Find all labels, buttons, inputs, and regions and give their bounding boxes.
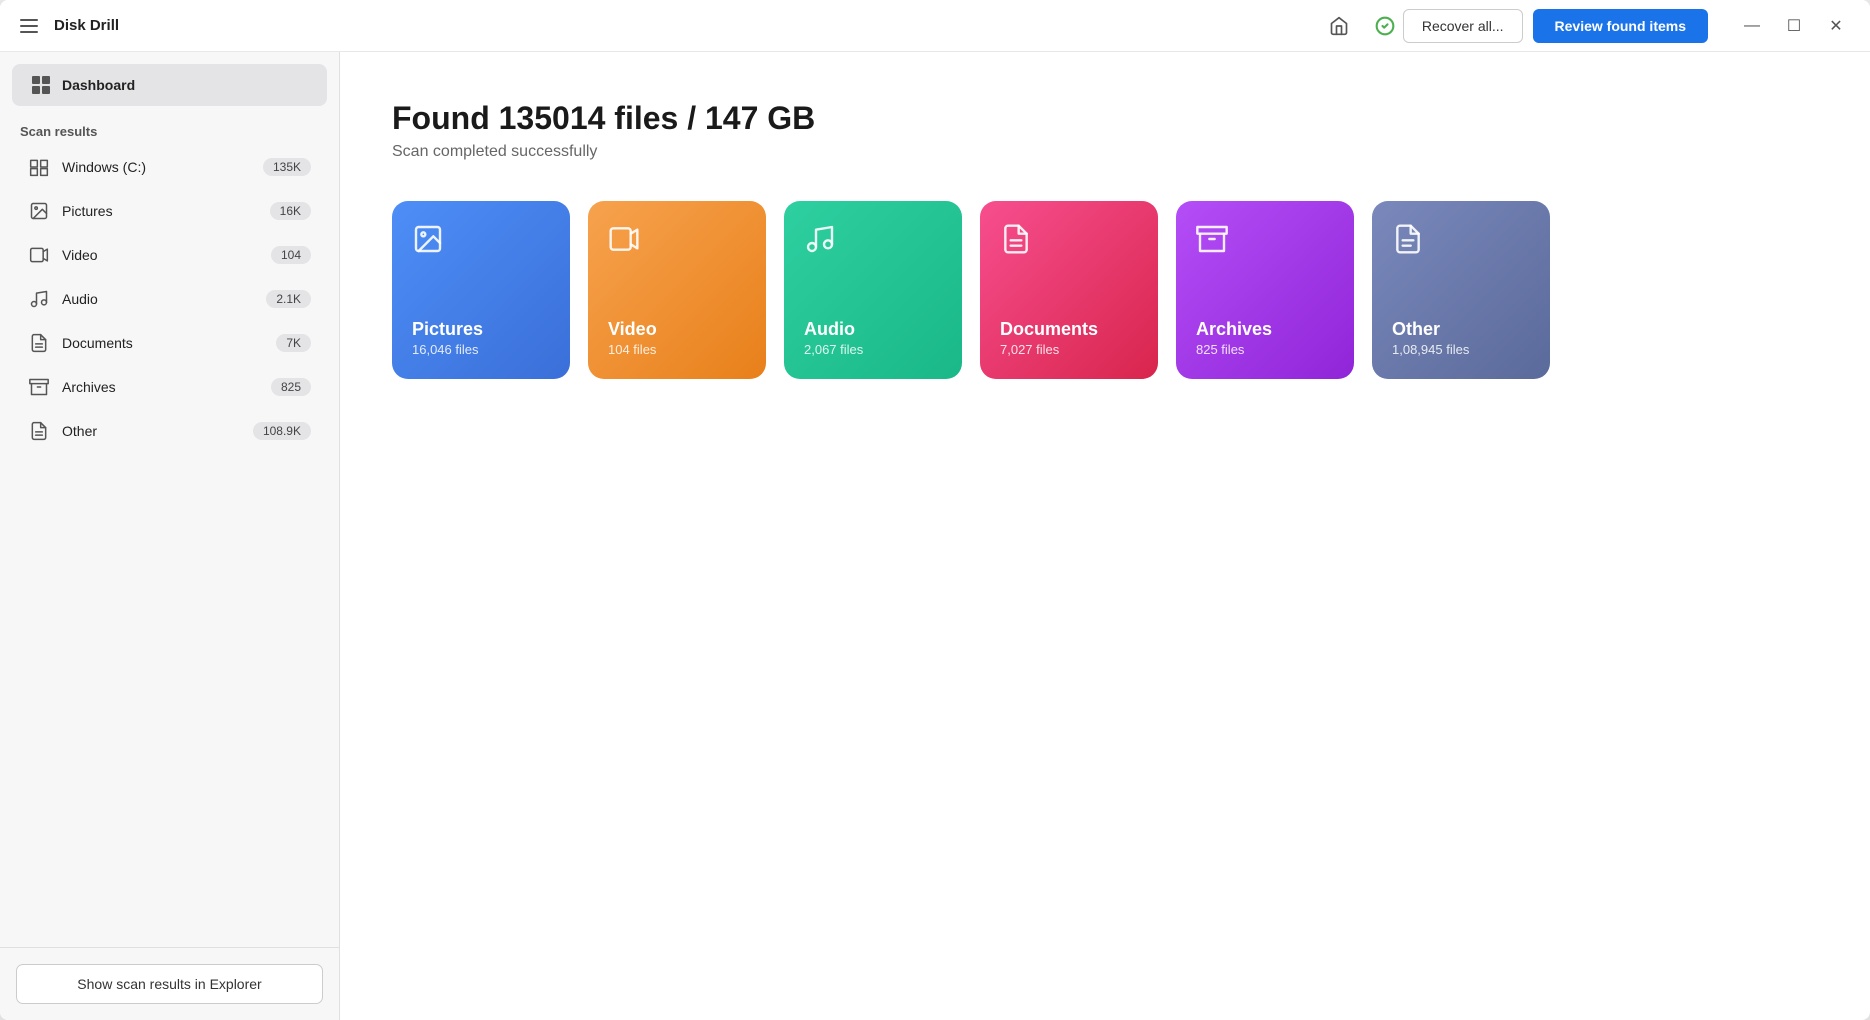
card-other-icon (1392, 223, 1530, 263)
other-badge: 108.9K (253, 422, 311, 440)
sidebar-footer: Show scan results in Explorer (0, 947, 339, 1020)
card-documents-count: 7,027 files (1000, 342, 1138, 357)
pictures-icon (28, 200, 50, 222)
card-audio-label: Audio (804, 319, 942, 340)
archives-icon (28, 376, 50, 398)
pictures-label: Pictures (62, 203, 258, 219)
audio-badge: 2.1K (266, 290, 311, 308)
category-cards-grid: Pictures 16,046 files Video 104 file (392, 201, 1818, 379)
windows-badge: 135K (263, 158, 311, 176)
card-archives-count: 825 files (1196, 342, 1334, 357)
card-audio-icon (804, 223, 942, 263)
window-controls: — ☐ ✕ (1734, 8, 1854, 44)
sidebar-item-video[interactable]: Video 104 (8, 234, 331, 276)
dashboard-grid-icon (32, 76, 50, 94)
card-archives[interactable]: Archives 825 files (1176, 201, 1354, 379)
card-pictures-label: Pictures (412, 319, 550, 340)
card-video-icon (608, 223, 746, 263)
card-documents-text: Documents 7,027 files (1000, 319, 1138, 357)
main-content: Found 135014 files / 147 GB Scan complet… (340, 52, 1870, 1020)
windows-label: Windows (C:) (62, 159, 251, 175)
title-bar-actions: Recover all... Review found items — ☐ ✕ (1403, 8, 1854, 44)
card-other-label: Other (1392, 319, 1530, 340)
card-documents[interactable]: Documents 7,027 files (980, 201, 1158, 379)
sidebar-item-pictures[interactable]: Pictures 16K (8, 190, 331, 232)
sidebar-item-documents[interactable]: Documents 7K (8, 322, 331, 364)
pictures-badge: 16K (270, 202, 311, 220)
card-pictures[interactable]: Pictures 16,046 files (392, 201, 570, 379)
recover-all-button[interactable]: Recover all... (1403, 9, 1523, 43)
video-badge: 104 (271, 246, 311, 264)
audio-icon (28, 288, 50, 310)
scan-status: Scan completed successfully (392, 143, 1818, 161)
card-pictures-icon (412, 223, 550, 263)
card-pictures-text: Pictures 16,046 files (412, 319, 550, 357)
menu-icon[interactable] (16, 15, 42, 37)
archives-badge: 825 (271, 378, 311, 396)
home-button[interactable] (1321, 8, 1357, 44)
minimize-button[interactable]: — (1734, 8, 1770, 44)
card-archives-label: Archives (1196, 319, 1334, 340)
app-window: Disk Drill Recover all... Review found i… (0, 0, 1870, 1020)
other-icon (28, 420, 50, 442)
windows-icon (28, 156, 50, 178)
card-audio[interactable]: Audio 2,067 files (784, 201, 962, 379)
video-icon (28, 244, 50, 266)
review-found-items-button[interactable]: Review found items (1533, 9, 1708, 43)
app-title: Disk Drill (54, 17, 119, 34)
home-icon (1329, 16, 1349, 36)
video-label: Video (62, 247, 259, 263)
show-explorer-button[interactable]: Show scan results in Explorer (16, 964, 323, 1004)
card-archives-text: Archives 825 files (1196, 319, 1334, 357)
archives-label: Archives (62, 379, 259, 395)
sidebar-item-windows[interactable]: Windows (C:) 135K (8, 146, 331, 188)
card-video-text: Video 104 files (608, 319, 746, 357)
documents-badge: 7K (276, 334, 311, 352)
sidebar-item-archives[interactable]: Archives 825 (8, 366, 331, 408)
found-title: Found 135014 files / 147 GB (392, 100, 1818, 137)
audio-label: Audio (62, 291, 254, 307)
documents-icon (28, 332, 50, 354)
card-video-label: Video (608, 319, 746, 340)
card-pictures-count: 16,046 files (412, 342, 550, 357)
title-bar-left: Disk Drill (16, 15, 1321, 37)
check-icon (1375, 16, 1395, 36)
sidebar: Dashboard Scan results Windows (C:) 135K (0, 52, 340, 1020)
card-archives-icon (1196, 223, 1334, 263)
dashboard-button[interactable]: Dashboard (12, 64, 327, 106)
maximize-button[interactable]: ☐ (1776, 8, 1812, 44)
dashboard-label: Dashboard (62, 77, 135, 93)
card-video[interactable]: Video 104 files (588, 201, 766, 379)
sidebar-item-audio[interactable]: Audio 2.1K (8, 278, 331, 320)
card-documents-label: Documents (1000, 319, 1138, 340)
card-other-count: 1,08,945 files (1392, 342, 1530, 357)
documents-label: Documents (62, 335, 264, 351)
check-button[interactable] (1367, 8, 1403, 44)
card-documents-icon (1000, 223, 1138, 263)
card-other-text: Other 1,08,945 files (1392, 319, 1530, 357)
title-bar: Disk Drill Recover all... Review found i… (0, 0, 1870, 52)
title-bar-nav (1321, 8, 1403, 44)
card-video-count: 104 files (608, 342, 746, 357)
close-button[interactable]: ✕ (1818, 8, 1854, 44)
other-label: Other (62, 423, 241, 439)
main-layout: Dashboard Scan results Windows (C:) 135K (0, 52, 1870, 1020)
card-audio-text: Audio 2,067 files (804, 319, 942, 357)
scan-results-label: Scan results (0, 110, 339, 145)
sidebar-item-other[interactable]: Other 108.9K (8, 410, 331, 452)
card-other[interactable]: Other 1,08,945 files (1372, 201, 1550, 379)
card-audio-count: 2,067 files (804, 342, 942, 357)
